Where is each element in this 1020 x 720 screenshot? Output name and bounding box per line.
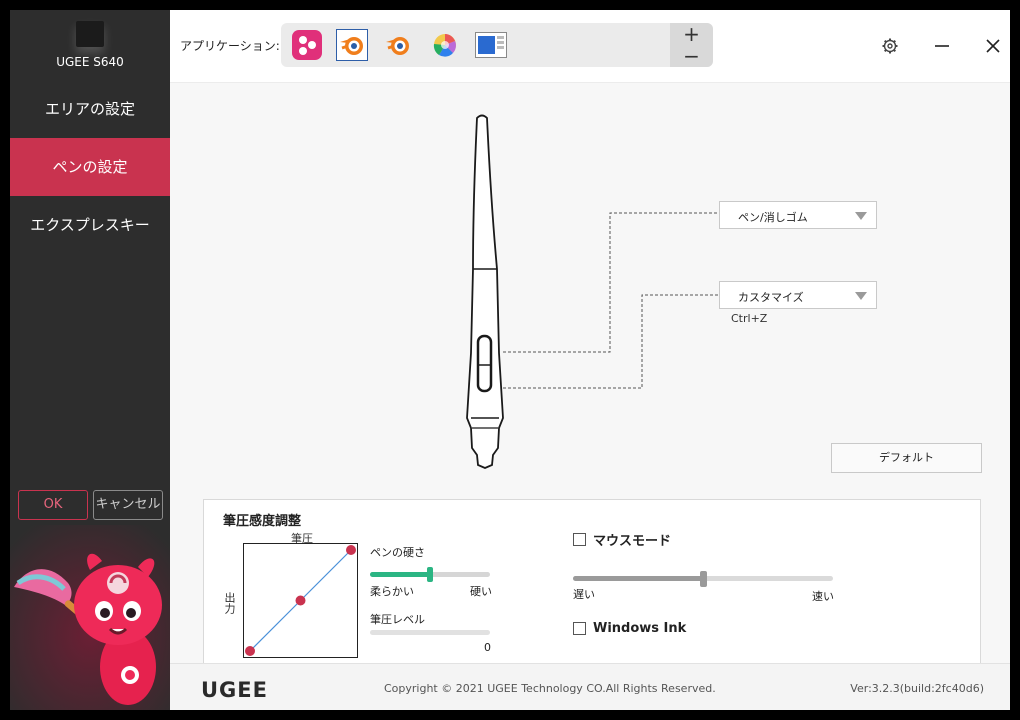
pressure-sensitivity-panel: 筆圧感度調整 筆圧 出力 ペンの硬さ 柔らかい 硬い 筆圧レベル 0 マウスモー… [203, 499, 981, 671]
curve-control-point[interactable] [295, 595, 306, 606]
ugee-logo: UGEE [201, 678, 268, 702]
pen-side-buttons [476, 334, 493, 393]
sidebar: UGEE S640 エリアの設定 ペンの設定 エクスプレスキー OK キャンセル [10, 10, 170, 710]
footer: UGEE Copyright © 2021 UGEE Technology CO… [170, 663, 1010, 710]
close-icon[interactable] [981, 34, 1005, 58]
windows-ink-toggle[interactable]: Windows Ink [573, 621, 686, 636]
tablet-device-icon [76, 21, 104, 47]
upper-button-dropdown[interactable]: ペン/消しゴム [719, 201, 877, 229]
windows-ink-label: Windows Ink [593, 621, 687, 636]
blender-icon[interactable] [382, 29, 414, 61]
add-app-button[interactable]: + [670, 23, 713, 45]
lower-button-dropdown[interactable]: カスタマイズ [719, 281, 877, 309]
device-name: UGEE S640 [56, 55, 124, 69]
chevron-down-icon [855, 292, 867, 300]
curve-control-point[interactable] [346, 545, 356, 555]
pressure-curve-graph[interactable] [243, 543, 358, 658]
add-remove-app-control: + − [670, 23, 713, 67]
chevron-down-icon [855, 212, 867, 220]
upper-button-connector [503, 212, 718, 353]
curve-control-point[interactable] [245, 646, 255, 656]
pen-hardness-thumb[interactable] [427, 567, 433, 582]
mouse-speed-thumb[interactable] [700, 571, 707, 587]
app-window: UGEE S640 エリアの設定 ペンの設定 エクスプレスキー OK キャンセル [10, 10, 1010, 710]
slow-label: 遅い [573, 588, 595, 601]
pen-diagram [466, 114, 718, 469]
pressure-level-label: 筆圧レベル [370, 613, 425, 626]
nav-express-keys[interactable]: エクスプレスキー [10, 196, 170, 254]
pressure-level-value: 0 [484, 641, 491, 654]
ok-button[interactable]: OK [18, 490, 88, 520]
copyright-text: Copyright © 2021 UGEE Technology CO.All … [384, 682, 716, 695]
pen-hardness-slider[interactable] [370, 567, 490, 582]
graph-output-label: 出力 [223, 592, 236, 614]
minimize-icon[interactable] [930, 34, 954, 58]
application-bar: + − [281, 23, 713, 67]
panel-title: 筆圧感度調整 [223, 514, 302, 529]
pressure-level-bar [370, 630, 490, 635]
pen-body [466, 114, 504, 469]
windows-ink-checkbox[interactable] [573, 622, 586, 635]
pen-hardness-fill [370, 572, 430, 577]
nav-area-settings[interactable]: エリアの設定 [10, 80, 170, 138]
lower-button-shortcut: Ctrl+Z [731, 312, 768, 325]
hard-label: 硬い [470, 585, 492, 598]
gear-icon[interactable] [878, 34, 902, 58]
mouse-mode-checkbox[interactable] [573, 533, 586, 546]
nav-pen-settings[interactable]: ペンの設定 [10, 138, 170, 196]
pen-settings-content: ペン/消しゴム カスタマイズ Ctrl+Z デフォルト 筆圧感度調整 筆圧 出力… [170, 83, 1010, 671]
app-launcher-icon[interactable] [291, 29, 323, 61]
window-app-icon[interactable] [475, 29, 507, 61]
application-label: アプリケーション: [180, 39, 280, 53]
fast-label: 速い [812, 590, 834, 603]
header: アプリケーション: + − [170, 10, 1010, 83]
lower-button-value: カスタマイズ [738, 291, 804, 304]
default-button[interactable]: デフォルト [831, 443, 982, 473]
color-wheel-icon[interactable] [429, 29, 461, 61]
mouse-mode-toggle[interactable]: マウスモード [573, 530, 671, 549]
blender-icon[interactable] [336, 29, 368, 61]
mascot-illustration [10, 525, 170, 710]
version-text: Ver:3.2.3(build:2fc40d6) [850, 682, 984, 695]
mouse-speed-fill [573, 576, 703, 581]
remove-app-button[interactable]: − [670, 45, 713, 67]
soft-label: 柔らかい [370, 585, 414, 598]
upper-button-value: ペン/消しゴム [738, 211, 808, 224]
pen-hardness-label: ペンの硬さ [370, 546, 425, 559]
mouse-mode-label: マウスモード [593, 534, 672, 549]
cancel-button[interactable]: キャンセル [93, 490, 163, 520]
mouse-speed-slider[interactable] [573, 571, 833, 587]
